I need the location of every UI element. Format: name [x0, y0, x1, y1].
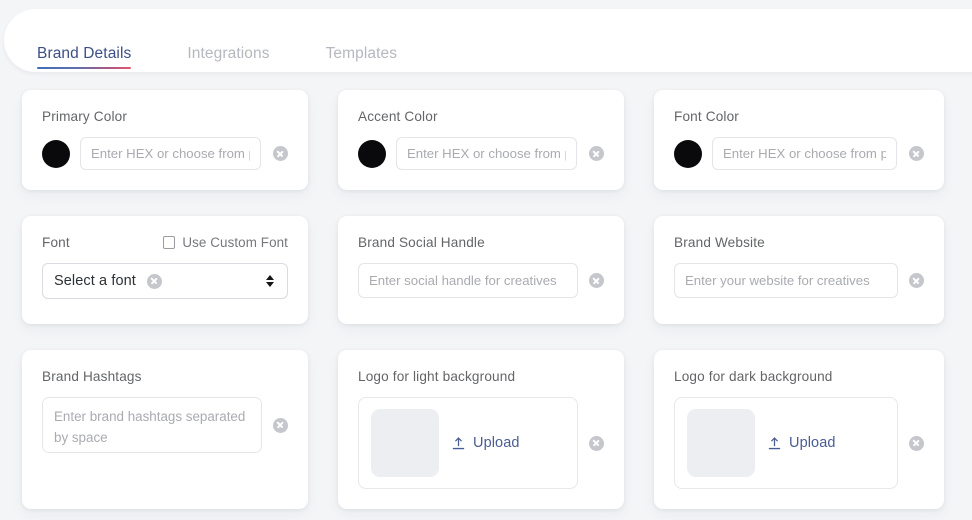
accent-color-swatch[interactable]	[358, 139, 386, 168]
use-custom-font-label: Use Custom Font	[182, 235, 288, 250]
logo-dark-label: Logo for dark background	[674, 369, 833, 384]
logo-light-upload-label: Upload	[473, 435, 520, 451]
brand-website-clear-icon[interactable]	[909, 273, 924, 288]
brand-social-handle-row	[358, 263, 604, 298]
brand-social-handle-clear-icon[interactable]	[589, 273, 604, 288]
logo-dark-upload-label: Upload	[789, 435, 836, 451]
accent-color-row	[358, 137, 604, 170]
card-accent-color: Accent Color	[338, 90, 624, 190]
card-primary-color: Primary Color	[22, 90, 308, 190]
brand-hashtags-clear-icon[interactable]	[273, 417, 288, 433]
font-color-row	[674, 137, 924, 170]
upload-icon	[452, 436, 465, 449]
logo-dark-row: Upload	[674, 397, 924, 489]
card-logo-light: Logo for light background Upload	[338, 350, 624, 509]
card-brand-social-handle: Brand Social Handle	[338, 216, 624, 324]
primary-color-input[interactable]	[80, 137, 261, 170]
checkbox-box-icon[interactable]	[162, 236, 176, 249]
use-custom-font-checkbox[interactable]: Use Custom Font	[162, 235, 288, 250]
tab-integrations[interactable]: Integrations	[187, 45, 269, 72]
font-color-clear-icon[interactable]	[909, 146, 924, 161]
accent-color-clear-icon[interactable]	[589, 146, 604, 161]
logo-light-upload-box[interactable]: Upload	[358, 397, 578, 489]
tab-brand-details[interactable]: Brand Details	[37, 45, 132, 72]
logo-dark-upload-button[interactable]: Upload	[767, 435, 836, 451]
logo-light-row: Upload	[358, 397, 604, 489]
brand-website-label: Brand Website	[674, 235, 765, 250]
card-font-color: Font Color	[654, 90, 944, 190]
primary-color-row	[42, 137, 288, 170]
font-select-clear-icon[interactable]	[146, 273, 162, 289]
brand-website-row	[674, 263, 924, 298]
primary-color-label: Primary Color	[42, 109, 128, 124]
card-brand-website: Brand Website	[654, 216, 944, 324]
primary-color-clear-icon[interactable]	[273, 146, 288, 161]
logo-dark-upload-box[interactable]: Upload	[674, 397, 898, 489]
logo-dark-clear-icon[interactable]	[909, 435, 924, 451]
font-card-header: Font Use Custom Font	[42, 235, 288, 250]
brand-details-grid: Primary Color Accent Color Font Color Fo…	[22, 90, 962, 509]
font-select[interactable]: Select a font	[42, 263, 288, 299]
accent-color-input[interactable]	[396, 137, 577, 170]
font-color-label: Font Color	[674, 109, 739, 124]
tab-list: Brand Details Integrations Templates	[37, 45, 453, 72]
font-label: Font	[42, 235, 70, 250]
font-color-swatch[interactable]	[674, 139, 702, 168]
logo-light-preview	[371, 409, 439, 477]
logo-light-label: Logo for light background	[358, 369, 516, 384]
brand-social-handle-input[interactable]	[358, 263, 578, 298]
font-select-value: Select a font	[54, 273, 136, 289]
select-updown-arrows-icon[interactable]	[266, 275, 274, 287]
brand-hashtags-textarea[interactable]	[42, 397, 262, 453]
tab-templates[interactable]: Templates	[326, 45, 398, 72]
brand-website-input[interactable]	[674, 263, 898, 298]
font-color-input[interactable]	[712, 137, 897, 170]
upload-icon	[768, 436, 781, 449]
logo-dark-preview	[687, 409, 755, 477]
primary-color-swatch[interactable]	[42, 139, 70, 168]
brand-social-handle-label: Brand Social Handle	[358, 235, 485, 250]
card-brand-hashtags: Brand Hashtags	[22, 350, 308, 509]
tab-bar: Brand Details Integrations Templates	[4, 9, 972, 72]
logo-light-upload-button[interactable]: Upload	[451, 435, 520, 451]
brand-hashtags-label: Brand Hashtags	[42, 369, 142, 384]
brand-hashtags-row	[42, 397, 288, 453]
card-font: Font Use Custom Font Select a font	[22, 216, 308, 324]
card-logo-dark: Logo for dark background Upload	[654, 350, 944, 509]
logo-light-clear-icon[interactable]	[589, 435, 604, 451]
accent-color-label: Accent Color	[358, 109, 438, 124]
